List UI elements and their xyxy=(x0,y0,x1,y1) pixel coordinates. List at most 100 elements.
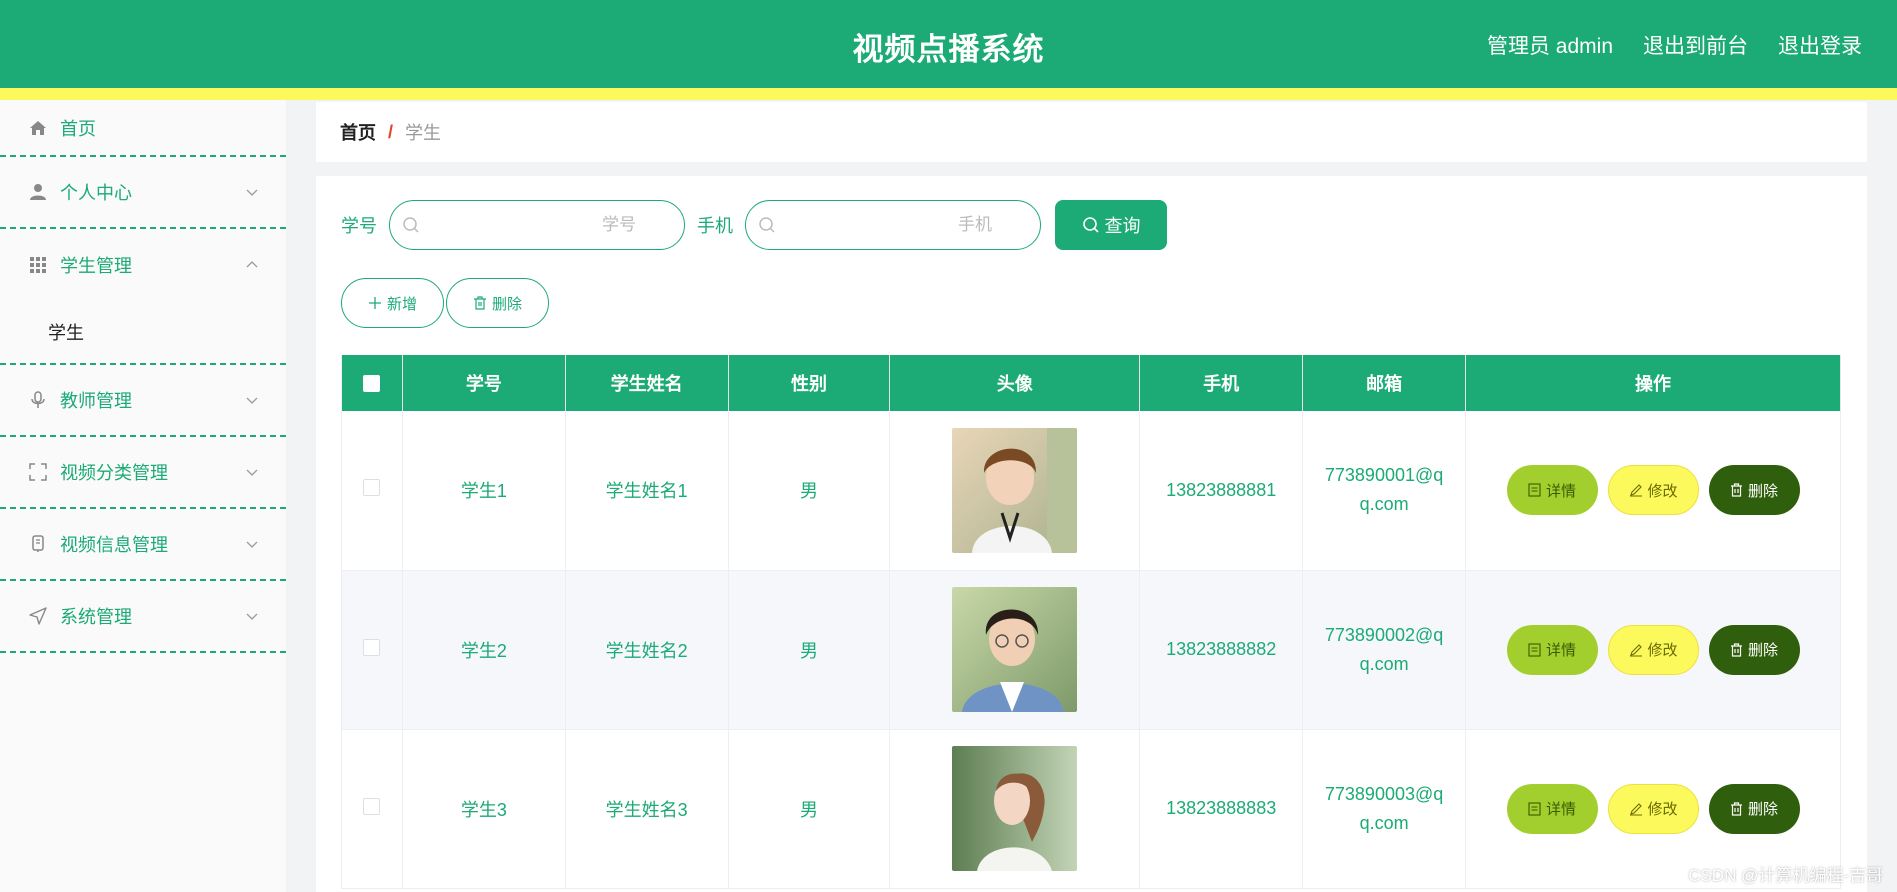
search-bar: 学号 手机 查询 xyxy=(341,200,1167,250)
edit-button[interactable]: 修改 xyxy=(1607,624,1699,675)
row-checkbox[interactable] xyxy=(363,797,381,815)
phone-input[interactable] xyxy=(784,201,1024,249)
avatar xyxy=(952,746,1078,871)
column-header: 操作 xyxy=(1465,355,1841,411)
user-icon xyxy=(28,182,48,202)
column-header: 手机 xyxy=(1139,355,1304,411)
chevron-down-icon xyxy=(246,613,258,620)
sidebar-item-student-management[interactable]: 学生管理 xyxy=(0,229,286,301)
trash-icon xyxy=(1731,483,1743,497)
student-id-input[interactable] xyxy=(428,201,668,249)
sidebar-item-video-category-management[interactable]: 视频分类管理 xyxy=(0,437,286,509)
sidebar-item-label: 视频信息管理 xyxy=(60,535,168,555)
logout-link[interactable]: 退出登录 xyxy=(1778,30,1862,60)
search-icon xyxy=(759,217,775,233)
document-icon xyxy=(1528,642,1541,657)
batch-delete-button[interactable]: 删除 xyxy=(446,278,549,328)
query-button[interactable]: 查询 xyxy=(1055,200,1167,250)
table-row: 学生1 学生姓名1 男 13823888881 773890001@q q.co… xyxy=(341,411,1841,571)
row-checkbox[interactable] xyxy=(363,638,381,656)
exit-to-frontend-link[interactable]: 退出到前台 xyxy=(1643,30,1748,60)
email-line: q.com xyxy=(1359,494,1409,515)
chevron-up-icon xyxy=(246,261,258,268)
document-icon xyxy=(1528,801,1541,816)
breadcrumb: 首页 / 学生 xyxy=(316,102,1867,162)
sidebar-item-home[interactable]: 首页 xyxy=(0,100,286,157)
detail-button[interactable]: 详情 xyxy=(1506,783,1598,834)
select-all-header xyxy=(341,355,403,411)
student-id-cell: 学生1 xyxy=(402,411,566,571)
column-header: 学生姓名 xyxy=(565,355,729,411)
add-button[interactable]: 新增 xyxy=(341,278,444,328)
watermark: CSDN @计算机编程-吉哥 xyxy=(1688,866,1883,885)
phone-cell: 13823888882 xyxy=(1139,570,1304,730)
sidebar-subitem-student[interactable]: 学生 xyxy=(0,301,286,365)
student-name-cell: 学生姓名2 xyxy=(565,570,729,730)
student-table: 学号 学生姓名 性别 头像 手机 邮箱 操作 学生1 学生姓名1 男 13823… xyxy=(341,355,1841,889)
edit-button[interactable]: 修改 xyxy=(1607,465,1699,516)
search-icon xyxy=(403,217,419,233)
header-accent-stripe xyxy=(0,88,1897,100)
delete-button[interactable]: 删除 xyxy=(1708,624,1800,675)
edit-button[interactable]: 修改 xyxy=(1607,783,1699,834)
microphone-icon xyxy=(28,390,48,410)
column-header: 邮箱 xyxy=(1302,355,1467,411)
sidebar-item-label: 教师管理 xyxy=(60,391,132,411)
fullscreen-icon xyxy=(28,462,48,482)
delete-button[interactable]: 删除 xyxy=(1708,783,1800,834)
edit-label: 修改 xyxy=(1647,642,1678,659)
top-header: 视频点播系统 管理员 admin 退出到前台 退出登录 xyxy=(0,0,1897,88)
email-cell: 773890002@q q.com xyxy=(1302,570,1467,730)
search-icon xyxy=(1082,217,1099,233)
operations-cell: 详情 修改 删除 xyxy=(1465,411,1841,571)
breadcrumb-home[interactable]: 首页 xyxy=(340,119,376,145)
delete-button[interactable]: 删除 xyxy=(1708,465,1800,516)
device-icon xyxy=(28,534,48,554)
detail-button[interactable]: 详情 xyxy=(1506,624,1598,675)
student-name-cell: 学生姓名1 xyxy=(565,411,729,571)
detail-button[interactable]: 详情 xyxy=(1506,465,1598,516)
action-bar: 新增 删除 xyxy=(341,278,551,328)
email-line: 773890003@q xyxy=(1324,783,1444,804)
row-select-cell xyxy=(341,729,403,889)
detail-label: 详情 xyxy=(1546,801,1577,818)
avatar xyxy=(952,427,1078,553)
grid-icon xyxy=(28,255,48,275)
home-icon xyxy=(28,118,48,138)
sidebar-item-video-info-management[interactable]: 视频信息管理 xyxy=(0,509,286,581)
email-line: 773890001@q xyxy=(1324,465,1444,486)
chevron-down-icon xyxy=(246,189,258,196)
select-all-checkbox[interactable] xyxy=(363,375,381,393)
delete-label: 删除 xyxy=(1748,642,1779,659)
sidebar-item-label: 视频分类管理 xyxy=(60,463,168,483)
admin-user-link[interactable]: 管理员 admin xyxy=(1487,30,1613,60)
sidebar-item-teacher-management[interactable]: 教师管理 xyxy=(0,365,286,437)
chevron-down-icon xyxy=(246,541,258,548)
pencil-icon xyxy=(1629,484,1642,497)
avatar-cell xyxy=(889,729,1141,889)
email-line: q.com xyxy=(1359,653,1409,674)
gender-cell: 男 xyxy=(728,570,891,730)
edit-label: 修改 xyxy=(1647,482,1678,500)
main-content: 学号 手机 查询 新增 删除 学号 xyxy=(316,176,1867,892)
add-label: 新增 xyxy=(386,295,417,313)
row-checkbox[interactable] xyxy=(363,479,381,497)
operations-cell: 详情 修改 删除 xyxy=(1465,570,1841,730)
pencil-icon xyxy=(1629,643,1642,657)
trash-icon xyxy=(473,296,486,310)
column-header: 头像 xyxy=(889,355,1141,411)
student-id-cell: 学生2 xyxy=(402,570,566,730)
chevron-down-icon xyxy=(246,397,258,404)
document-icon xyxy=(1528,483,1541,497)
query-label: 查询 xyxy=(1104,216,1141,236)
delete-label: 删除 xyxy=(491,295,522,313)
table-header-row: 学号 学生姓名 性别 头像 手机 邮箱 操作 xyxy=(341,355,1841,411)
phone-cell: 13823888883 xyxy=(1139,729,1304,889)
sidebar-item-label: 首页 xyxy=(60,118,96,139)
row-select-cell xyxy=(341,570,403,730)
avatar-cell xyxy=(889,411,1141,571)
delete-label: 删除 xyxy=(1748,801,1779,818)
sidebar: 首页 个人中心 学生管理 学生 教师管理 视频分类管理 视频信息管理 系统管理 xyxy=(0,100,286,892)
sidebar-item-system-management[interactable]: 系统管理 xyxy=(0,581,286,653)
sidebar-item-personal-center[interactable]: 个人中心 xyxy=(0,157,286,229)
